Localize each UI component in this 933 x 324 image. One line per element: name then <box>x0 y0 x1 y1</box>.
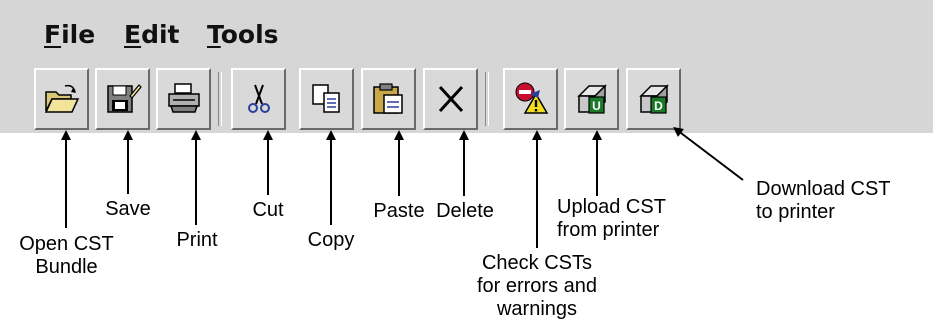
callout-delete: Delete <box>428 200 502 223</box>
callout-check-errors: Check CSTs for errors and warnings <box>465 252 609 321</box>
callout-download-line2: to printer <box>756 201 835 223</box>
callout-upload-line2: from printer <box>557 219 660 241</box>
callout-open-bundle: Open CST Bundle <box>10 233 123 279</box>
arrow-download <box>673 126 744 181</box>
callout-download: Download CST to printer <box>756 178 916 224</box>
callout-open-line1: Open CST <box>19 233 114 255</box>
callout-save-line1: Save <box>105 198 151 220</box>
callout-copy: Copy <box>298 229 364 252</box>
callout-check-line2: for errors and <box>476 275 598 297</box>
callout-download-line1: Download CST <box>756 178 891 200</box>
callout-open-line2: Bundle <box>35 256 98 278</box>
callout-upload-line1: Upload CST <box>557 196 666 218</box>
callout-copy-line1: Copy <box>307 229 355 251</box>
callout-paste-line1: Paste <box>373 200 425 222</box>
callout-print: Print <box>167 229 227 252</box>
callout-upload: Upload CST from printer <box>557 196 697 242</box>
callout-paste: Paste <box>367 200 431 223</box>
callout-save: Save <box>98 198 158 221</box>
callout-cut-line1: Cut <box>252 199 284 221</box>
callout-check-line1: Check CSTs <box>481 252 593 274</box>
callout-delete-line1: Delete <box>436 200 494 222</box>
callout-cut: Cut <box>243 199 293 222</box>
callout-check-line3: warnings <box>496 298 578 320</box>
callout-print-line1: Print <box>176 229 218 251</box>
